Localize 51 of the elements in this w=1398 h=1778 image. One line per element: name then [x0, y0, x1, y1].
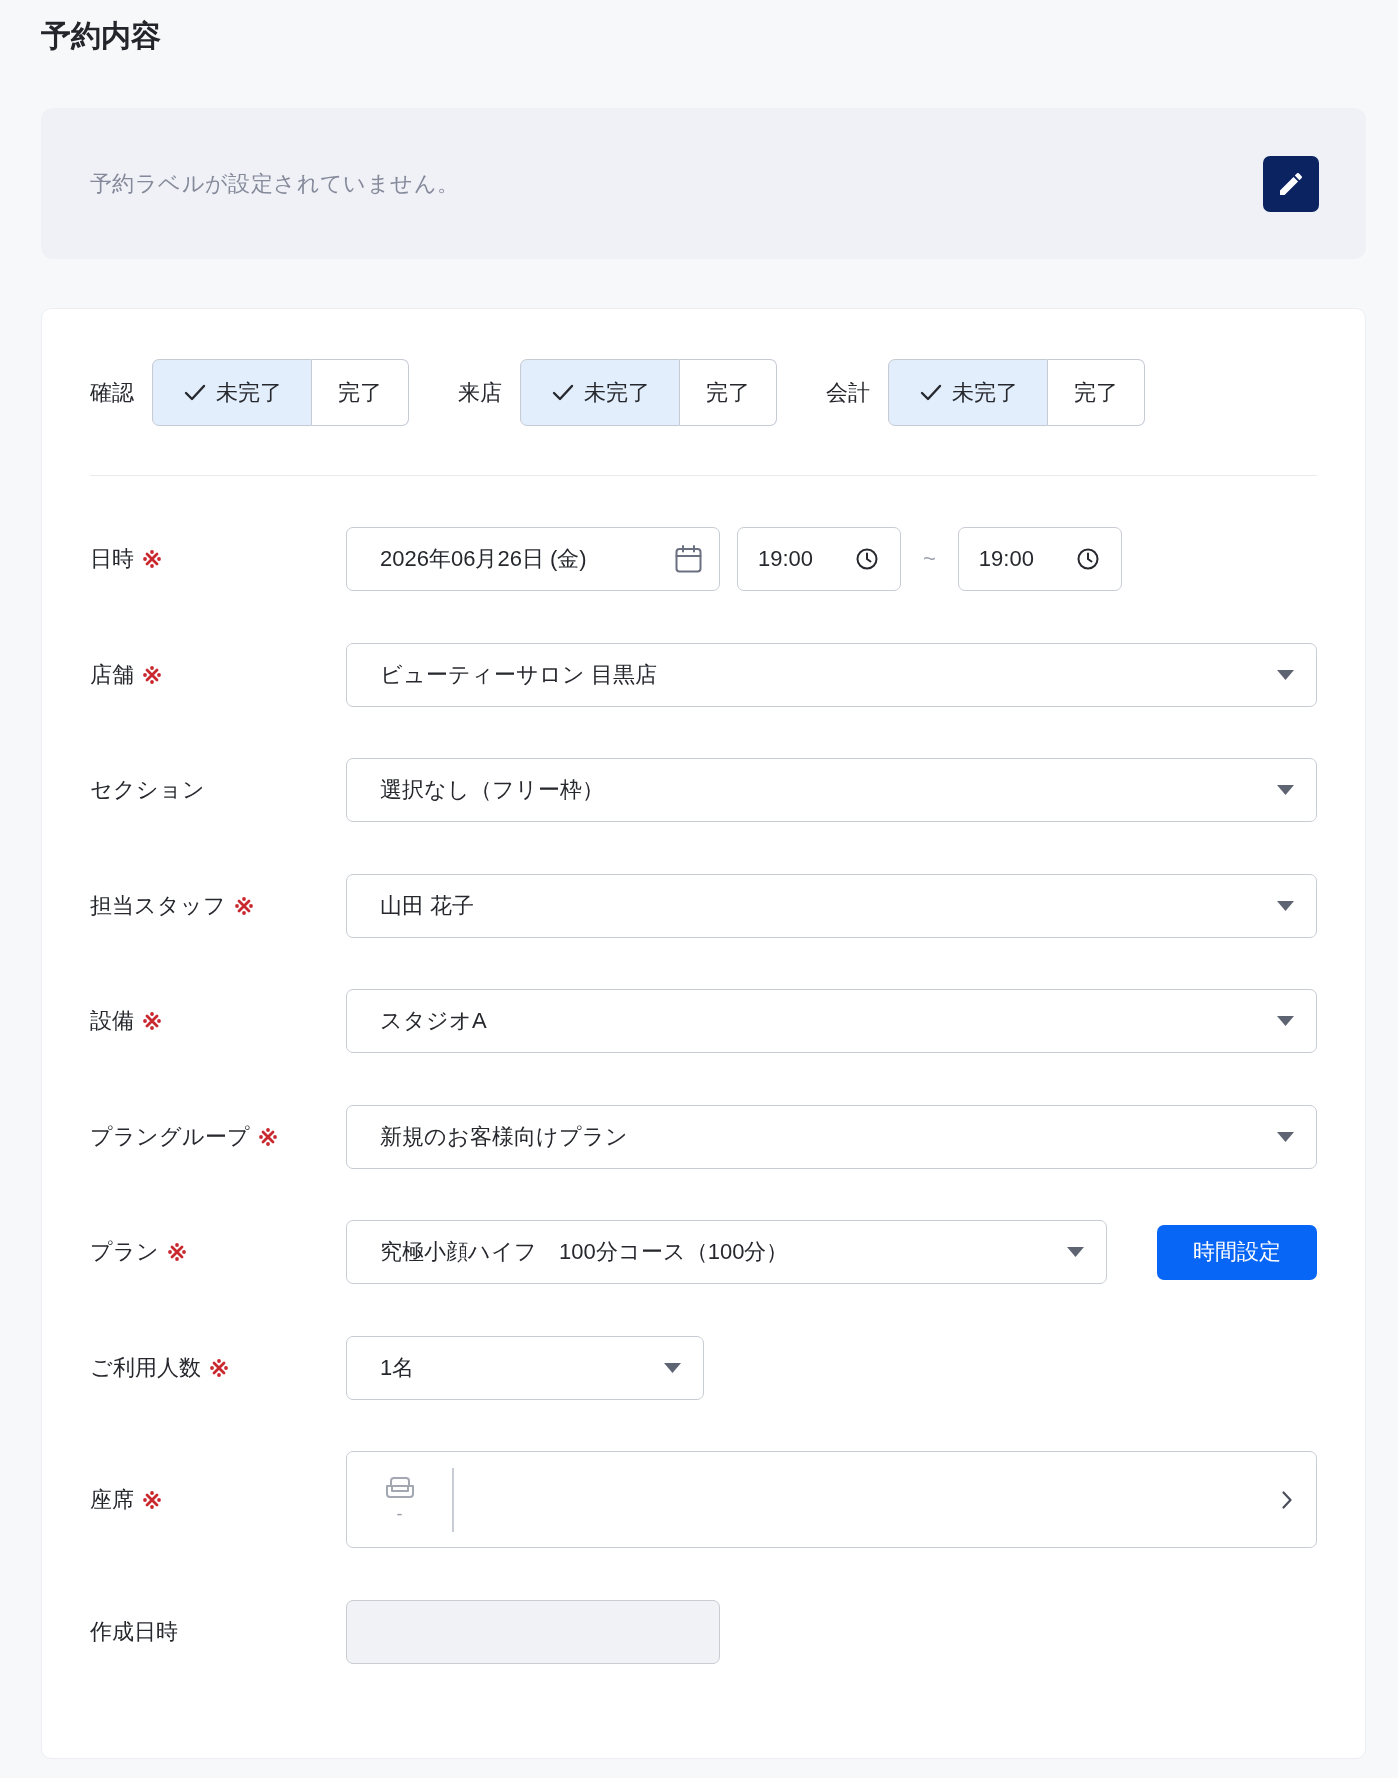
status-label: 来店 [458, 378, 502, 407]
caret-down-icon [1277, 1131, 1294, 1142]
dropdown[interactable]: スタジオA [346, 989, 1317, 1053]
field-label: 作成日時 [90, 1617, 178, 1646]
calendar-icon [675, 545, 702, 573]
caret-down-icon [1277, 785, 1294, 795]
field-label: プラン [90, 1238, 159, 1266]
clock-icon [856, 548, 878, 570]
dropdown[interactable]: 1名 [346, 1335, 704, 1400]
banner-message: 予約ラベルが設定されていません。 [90, 169, 460, 198]
check-icon [552, 383, 574, 402]
caret-down-icon [1277, 1016, 1294, 1026]
status-toggle[interactable]: 未完了 [888, 359, 1048, 426]
sofa-icon [384, 1476, 415, 1499]
time-field[interactable]: 19:00 [957, 527, 1122, 591]
caret-down-icon [1277, 900, 1294, 911]
field-label: 設備 [90, 1007, 134, 1035]
chevron-right-icon [1282, 1490, 1292, 1509]
status-toggle[interactable]: 完了 [680, 359, 777, 426]
field-label: ご利用人数 [90, 1353, 201, 1382]
caret-down-icon [1067, 1247, 1084, 1257]
status-label: 確認 [90, 378, 134, 407]
status-toggle[interactable]: 完了 [1048, 359, 1145, 426]
dropdown[interactable]: 新規のお客様向けプラン [346, 1104, 1317, 1169]
range-separator: ~ [923, 546, 936, 572]
status-toggle[interactable]: 完了 [312, 359, 409, 426]
dropdown[interactable]: ビューティーサロン 目黒店 [346, 642, 1317, 707]
caret-down-icon [664, 1362, 681, 1373]
status-toggle[interactable]: 未完了 [152, 359, 312, 426]
check-icon [920, 383, 942, 402]
field-label: 日時 [90, 545, 134, 573]
field-label: 店舗 [90, 660, 134, 689]
field-label: セクション [90, 776, 205, 804]
time-settings-button[interactable]: 時間設定 [1157, 1224, 1317, 1280]
status-toggle[interactable]: 未完了 [520, 359, 680, 426]
seat-value: - [396, 1504, 403, 1523]
dropdown[interactable]: 山田 花子 [346, 873, 1317, 938]
check-icon [184, 383, 206, 402]
page-title: 予約内容 [41, 18, 161, 54]
time-field[interactable]: 19:00 [737, 527, 901, 591]
date-field[interactable]: 2026年06月26日 (金) [346, 527, 720, 591]
caret-down-icon [1277, 669, 1294, 680]
field-label: 座席 [90, 1485, 134, 1514]
pencil-icon [1280, 172, 1302, 195]
field-label: 担当スタッフ [90, 891, 226, 920]
status-label: 会計 [826, 378, 870, 407]
field-label: プラングループ [90, 1122, 250, 1151]
dropdown[interactable]: 究極小顔ハイフ 100分コース（100分） [346, 1220, 1107, 1284]
dropdown[interactable]: 選択なし（フリー枠） [346, 758, 1317, 822]
edit-button[interactable] [1263, 155, 1319, 212]
clock-icon [1076, 548, 1099, 570]
